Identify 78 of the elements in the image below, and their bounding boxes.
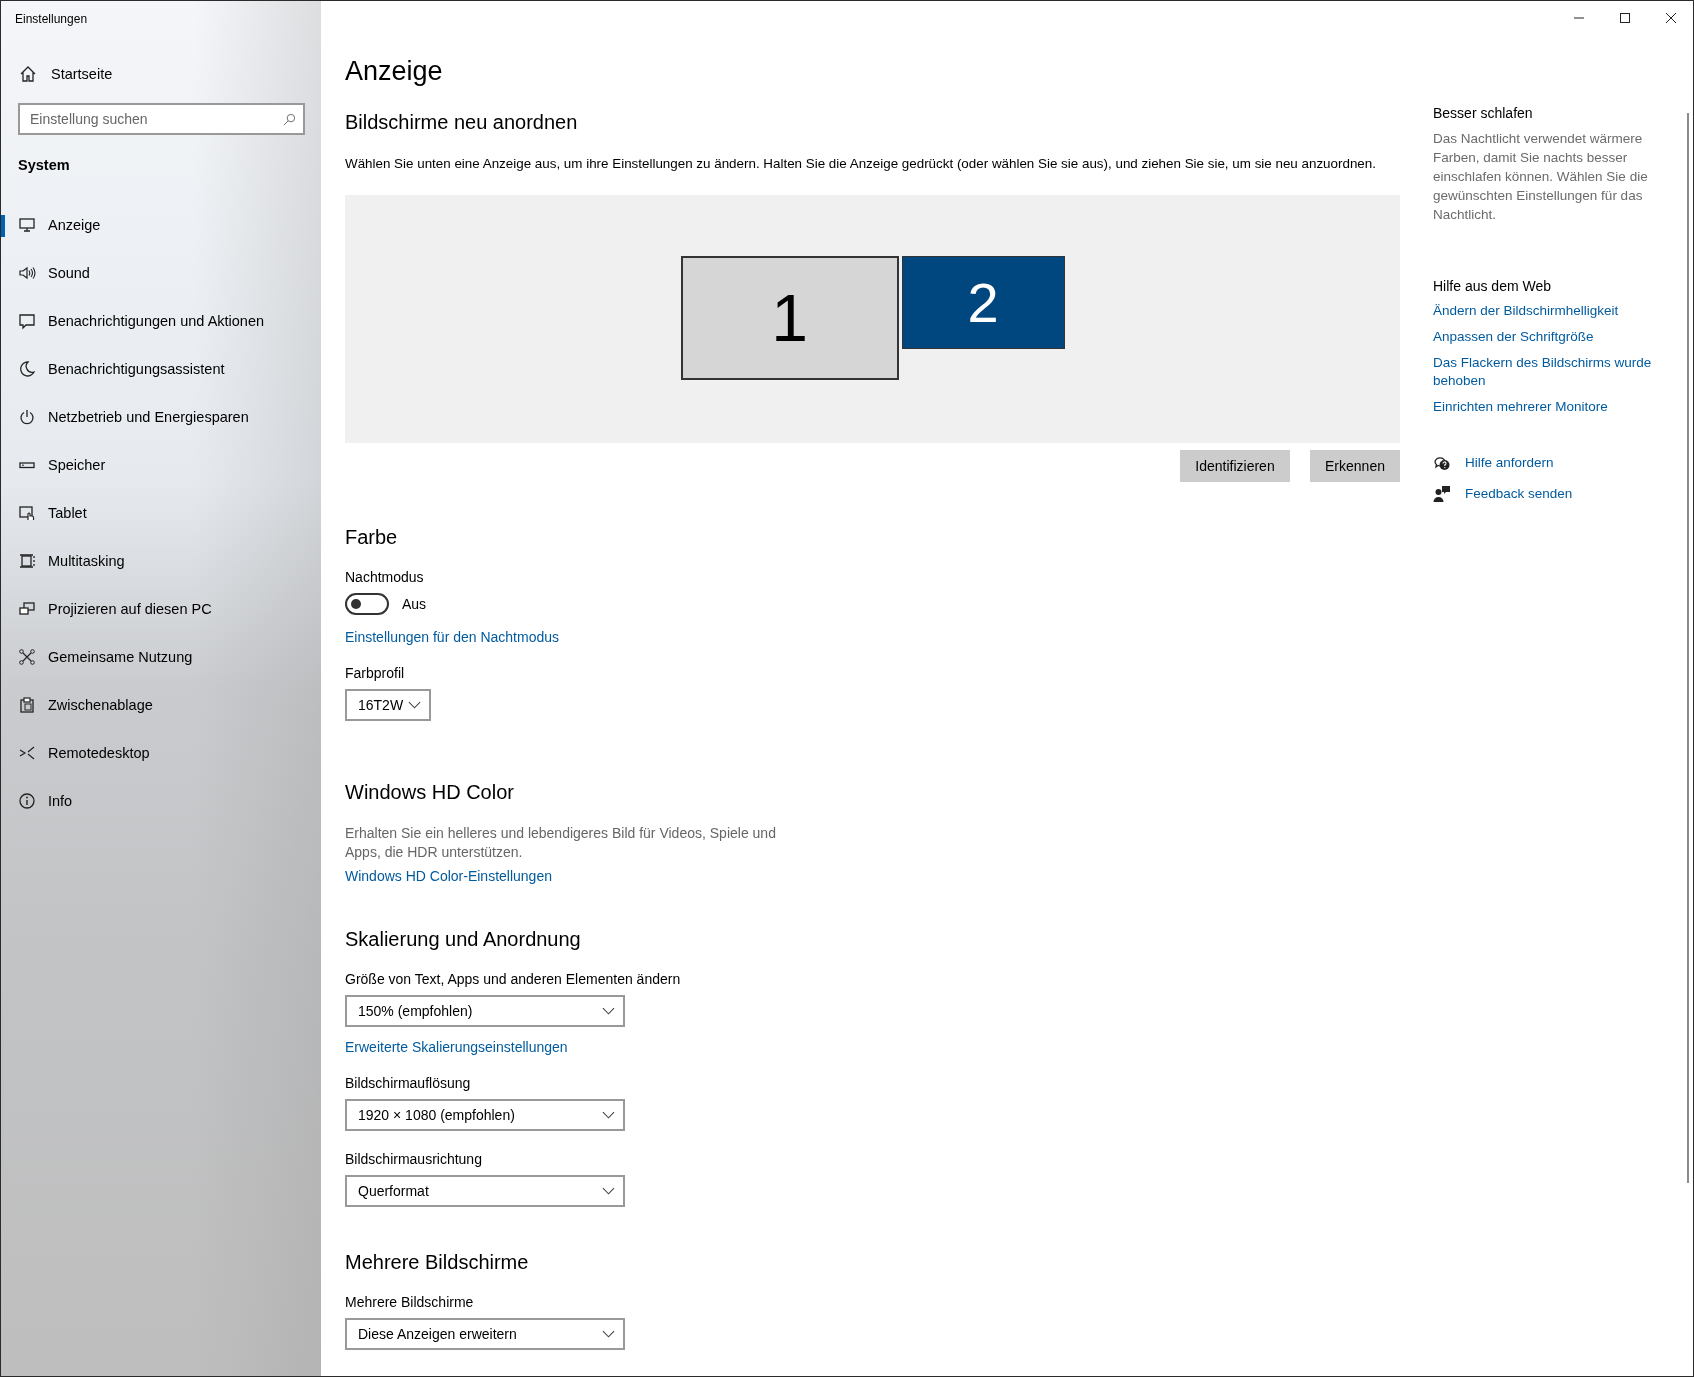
section-heading: Skalierung und Anordnung xyxy=(345,928,582,951)
section-title: System xyxy=(17,156,71,175)
field-label: Mehrere Bildschirme xyxy=(345,1294,475,1310)
search-field[interactable]: Einstellung suchen xyxy=(18,103,305,135)
page-title: Anzeige xyxy=(345,56,444,87)
sidebar-item[interactable]: Netzbetrieb und Energiesparen xyxy=(1,393,321,441)
toggle-state: Aus xyxy=(402,596,427,612)
settings-link[interactable]: Windows HD Color-Einstellungen xyxy=(345,868,552,884)
panel-heading: Hilfe aus dem Web xyxy=(1433,278,1552,294)
chevron-icon xyxy=(602,1187,615,1195)
sidebar-item[interactable]: Benachrichtigungen und Aktionen xyxy=(1,297,321,345)
monitor-tile[interactable]: 1 xyxy=(680,256,899,380)
help-link[interactable]: Einrichten mehrerer Monitore xyxy=(1433,398,1673,416)
speaker-icon xyxy=(18,264,36,282)
help-action-link[interactable]: Feedback senden xyxy=(1465,485,1573,503)
chevron-icon xyxy=(602,1111,615,1119)
search-icon xyxy=(283,113,296,126)
section-heading: Farbe xyxy=(345,526,399,549)
section-heading: Windows HD Color xyxy=(345,781,515,804)
field-label: Bildschirmausrichtung xyxy=(345,1151,483,1167)
help-action-link[interactable]: Hilfe anfordern xyxy=(1465,454,1554,472)
sidebar-item[interactable]: Speicher xyxy=(1,441,321,489)
section-heading: Bildschirme neu anordnen xyxy=(345,111,579,134)
clipboard-icon xyxy=(18,696,36,714)
sidebar-item[interactable]: Zwischenablage xyxy=(1,681,321,729)
sidebar-item[interactable]: Anzeige xyxy=(1,201,321,249)
toggle-switch[interactable] xyxy=(345,593,389,615)
maximize-icon[interactable] xyxy=(1619,12,1631,24)
chevron-icon xyxy=(408,701,421,709)
dropdown[interactable]: 16T2W xyxy=(345,689,431,721)
field-label: Größe von Text, Apps und anderen Elementen ändern xyxy=(345,971,682,987)
home-icon xyxy=(19,65,37,83)
help-link[interactable]: Anpassen der Schriftgröße xyxy=(1433,328,1673,346)
action-button[interactable]: Erkennen xyxy=(1310,450,1400,482)
dropdown[interactable]: 1920 × 1080 (empfohlen) xyxy=(345,1099,625,1131)
monitor-tile[interactable]: 2 xyxy=(901,256,1065,349)
home-link[interactable]: Startseite xyxy=(51,66,113,82)
share-icon xyxy=(18,648,36,666)
sidebar-item[interactable]: Multitasking xyxy=(1,537,321,585)
dropdown[interactable]: 150% (empfohlen) xyxy=(345,995,625,1027)
sidebar-item[interactable]: Benachrichtigungsassistent xyxy=(1,345,321,393)
feedback-icon xyxy=(1433,485,1451,503)
monitor-icon xyxy=(18,216,36,234)
dropdown[interactable]: Diese Anzeigen erweitern xyxy=(345,1318,625,1350)
info-icon xyxy=(18,792,36,810)
chevron-icon xyxy=(602,1330,615,1338)
help-chat-icon xyxy=(1433,454,1451,472)
project-icon xyxy=(18,600,36,618)
close-icon[interactable] xyxy=(1665,12,1677,24)
remote-icon xyxy=(18,744,36,762)
action-button[interactable]: Identifizieren xyxy=(1180,450,1290,482)
chevron-icon xyxy=(602,1007,615,1015)
tablet-icon xyxy=(18,504,36,522)
multitasking-icon xyxy=(18,552,36,570)
field-label: Bildschirmauflösung xyxy=(345,1075,472,1091)
window-title: Einstellungen xyxy=(14,11,89,28)
help-link[interactable]: Das Flackern des Bildschirms wurde behoben xyxy=(1433,354,1673,390)
moon-icon xyxy=(18,360,36,378)
section-heading: Mehrere Bildschirme xyxy=(345,1251,530,1274)
speech-bubble-icon xyxy=(18,312,36,330)
settings-link[interactable]: Einstellungen für den Nachtmodus xyxy=(345,629,560,645)
sidebar-item[interactable]: Projizieren auf diesen PC xyxy=(1,585,321,633)
panel-heading: Besser schlafen xyxy=(1433,105,1534,121)
dropdown[interactable]: Querformat xyxy=(345,1175,625,1207)
sidebar-item[interactable]: Gemeinsame Nutzung xyxy=(1,633,321,681)
sidebar-item[interactable]: Sound xyxy=(1,249,321,297)
power-icon xyxy=(18,408,36,426)
scrollbar[interactable] xyxy=(1687,113,1689,1183)
description-text: Erhalten Sie ein helleres und lebendigeres Bild für Videos, Spiele und Apps, die HDR unterstützen. xyxy=(345,824,777,862)
field-label: Nachtmodus xyxy=(345,569,425,585)
settings-link[interactable]: Erweiterte Skalierungseinstellungen xyxy=(345,1039,568,1055)
sidebar-item[interactable]: Info xyxy=(1,777,321,825)
sidebar-item[interactable]: Remotedesktop xyxy=(1,729,321,777)
field-label: Farbprofil xyxy=(345,665,406,681)
sidebar-item[interactable]: Tablet xyxy=(1,489,321,537)
info-text: Das Nachtlicht verwendet wärmere Farben, damit Sie nachts besser einschlafen können. Wählen Sie die gewünschten Einstellungen für das Nachtlicht. xyxy=(1433,130,1649,224)
instruction-text: Wählen Sie unten eine Anzeige aus, um ihre Einstellungen zu ändern. Halten Sie die Anzeige gedrückt (oder wählen Sie sie aus), und ziehen Sie sie, um sie neu anzuordnen. xyxy=(345,156,1377,171)
help-link[interactable]: Ändern der Bildschirmhelligkeit xyxy=(1433,302,1673,320)
